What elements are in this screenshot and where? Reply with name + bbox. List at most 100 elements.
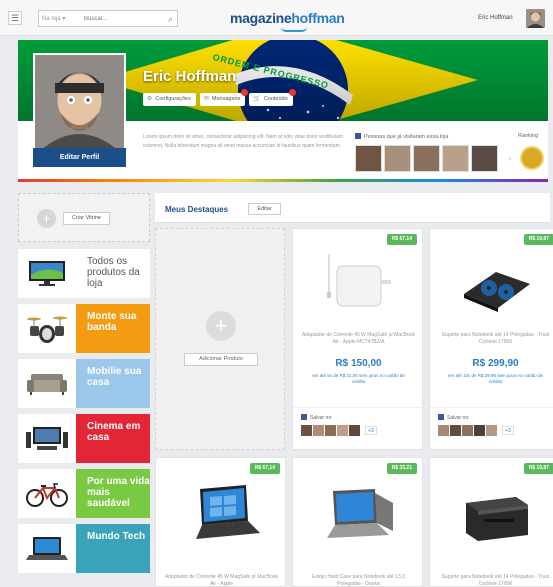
friend-avatar[interactable] [450, 425, 461, 436]
cooling-pad-icon [450, 249, 542, 319]
more-friends-button[interactable]: +3 [502, 426, 514, 435]
drums-icon [18, 304, 76, 353]
product-card[interactable]: R$ 19,87 Suporte para Notebook até 14 Po… [429, 457, 553, 587]
charger-icon [313, 249, 405, 319]
friend-avatar[interactable] [384, 145, 411, 172]
settings-label: Configurações [155, 96, 191, 102]
product-description: Adaptador de Corrente 45 W MagSafe p/ Ma… [301, 332, 416, 345]
bicycle-icon [18, 469, 76, 518]
friend-avatar[interactable] [486, 425, 497, 436]
add-product-button[interactable]: Adicionar Produto [184, 353, 258, 366]
friends-list [355, 145, 498, 172]
price-badge: R$ 67,14 [249, 463, 280, 474]
product-card[interactable]: R$ 33,21 Estojo Hard Case para Notebook … [292, 457, 423, 587]
category-label: Por uma vida mais saudável [76, 469, 150, 518]
friends-next-icon[interactable]: › [509, 156, 511, 163]
category-band[interactable]: Monte sua banda [18, 304, 150, 353]
saved-by-list: +3 [301, 425, 377, 436]
notification-dot [241, 89, 249, 96]
category-cinema[interactable]: Cinema em casa [18, 414, 150, 463]
saved-by-list: +3 [438, 425, 514, 436]
logo-text-part1: magazine [230, 10, 292, 26]
price-badge: R$ 19,87 [523, 463, 553, 474]
product-card[interactable]: R$ 19,87 Suporte para Notebook até 14 Po… [429, 228, 553, 450]
profile-bio: Lorem ipsum dolor sit amet, consectetur … [143, 134, 343, 149]
user-name[interactable]: Eric Hoffman [478, 15, 513, 21]
rainbow-divider [18, 179, 548, 182]
friend-avatar[interactable] [337, 425, 348, 436]
printer-icon [450, 480, 542, 550]
user-avatar[interactable] [526, 9, 545, 28]
plus-icon[interactable]: + [206, 311, 236, 341]
category-all-products[interactable]: Todos os produtos da loja [18, 249, 150, 298]
sofa-icon [18, 359, 76, 408]
facebook-icon [355, 133, 361, 139]
product-installments: em até 5x de R$ 31,00 sem juros no cartã… [312, 373, 405, 384]
product-description: Suporte para Notebook até 14 Polegadas -… [441, 574, 550, 587]
cart-icon: 🛒 [253, 96, 261, 102]
content-label: Conteúdo [263, 96, 288, 102]
home-theater-icon [18, 414, 76, 463]
friend-avatar[interactable] [471, 145, 498, 172]
category-label: Cinema em casa [76, 414, 150, 463]
price-badge: R$ 67,14 [386, 234, 417, 245]
price-badge: R$ 19,87 [523, 234, 553, 245]
product-description: Adaptador de Corrente 45 W MagSafe p/ Ma… [164, 574, 279, 587]
top-bar: ☰ Na loja ▾ ⌕ magazinehoffman Eric Hoffm… [0, 0, 553, 36]
messages-button[interactable]: ✉ Mensagens [199, 89, 249, 106]
settings-button[interactable]: ⚙ Configurações [143, 93, 196, 106]
friend-avatar[interactable] [462, 425, 473, 436]
friend-avatar[interactable] [413, 145, 440, 172]
more-friends-button[interactable]: +3 [365, 426, 377, 435]
search-scope-dropdown[interactable]: Na loja ▾ [42, 15, 65, 22]
product-installments: em até 10x de R$ 29,90 sem juros no cart… [447, 373, 544, 384]
profile-photo [33, 53, 126, 153]
laptop-icon [18, 524, 76, 573]
product-card[interactable]: R$ 67,14 Adaptador de Corrente 45 W MagS… [292, 228, 424, 450]
save-label: Salvar no: [301, 414, 333, 421]
facebook-icon [438, 414, 444, 420]
save-label-text: Salvar no: [310, 415, 333, 421]
friend-avatar[interactable] [349, 425, 360, 436]
product-price: R$ 150,00 [335, 358, 382, 369]
content-button[interactable]: 🛒 Conteúdo [249, 89, 296, 106]
product-price: R$ 299,90 [472, 358, 519, 369]
logo-smile-icon [281, 27, 307, 32]
logo-text-part2: hoffman [291, 10, 345, 26]
plus-icon[interactable]: + [37, 209, 56, 228]
category-furniture[interactable]: Mobilie sua casa [18, 359, 150, 408]
tv-icon [18, 249, 76, 298]
friend-avatar[interactable] [355, 145, 382, 172]
save-label-text: Salvar no: [447, 415, 470, 421]
laptop-icon [176, 480, 268, 550]
profile-card: ORDEM E PROGRESSO Editar Perfil Eric Hof… [18, 40, 548, 182]
highlights-header: Meus Destaques Editar [155, 193, 550, 223]
category-health[interactable]: Por uma vida mais saudável [18, 469, 150, 518]
add-product-card: + Adicionar Produto [155, 228, 285, 450]
friends-title: Pessoas que já visitaram essa loja [355, 133, 448, 140]
friend-avatar[interactable] [325, 425, 336, 436]
ranking-label: Ranking [518, 133, 539, 139]
edit-highlights-button[interactable]: Editar [248, 203, 281, 215]
search-icon[interactable]: ⌕ [168, 14, 173, 25]
category-label: Todos os produtos da loja [76, 249, 150, 298]
site-logo[interactable]: magazinehoffman [230, 10, 345, 26]
category-tech[interactable]: Mundo Tech [18, 524, 150, 573]
product-card[interactable]: R$ 67,14 Adaptador de Corrente 45 W MagS… [155, 457, 286, 587]
friend-avatar[interactable] [313, 425, 324, 436]
edit-profile-button[interactable]: Editar Perfil [33, 148, 126, 167]
friend-avatar[interactable] [438, 425, 449, 436]
friends-title-text: Pessoas que já visitaram essa loja [364, 134, 449, 140]
ranking-badge-icon[interactable] [520, 146, 544, 170]
menu-icon[interactable]: ☰ [8, 11, 22, 25]
save-label: Salvar no: [438, 414, 470, 421]
price-badge: R$ 33,21 [386, 463, 417, 474]
friend-avatar[interactable] [474, 425, 485, 436]
category-label: Mundo Tech [76, 524, 150, 573]
friend-avatar[interactable] [301, 425, 312, 436]
friend-avatar[interactable] [442, 145, 469, 172]
gear-icon: ⚙ [147, 96, 153, 102]
create-showcase-button[interactable]: Criar Vitrine [63, 212, 110, 225]
search-input[interactable] [84, 11, 164, 26]
profile-actions: ⚙ Configurações ✉ Mensagens 🛒 Conteúdo [143, 89, 296, 106]
